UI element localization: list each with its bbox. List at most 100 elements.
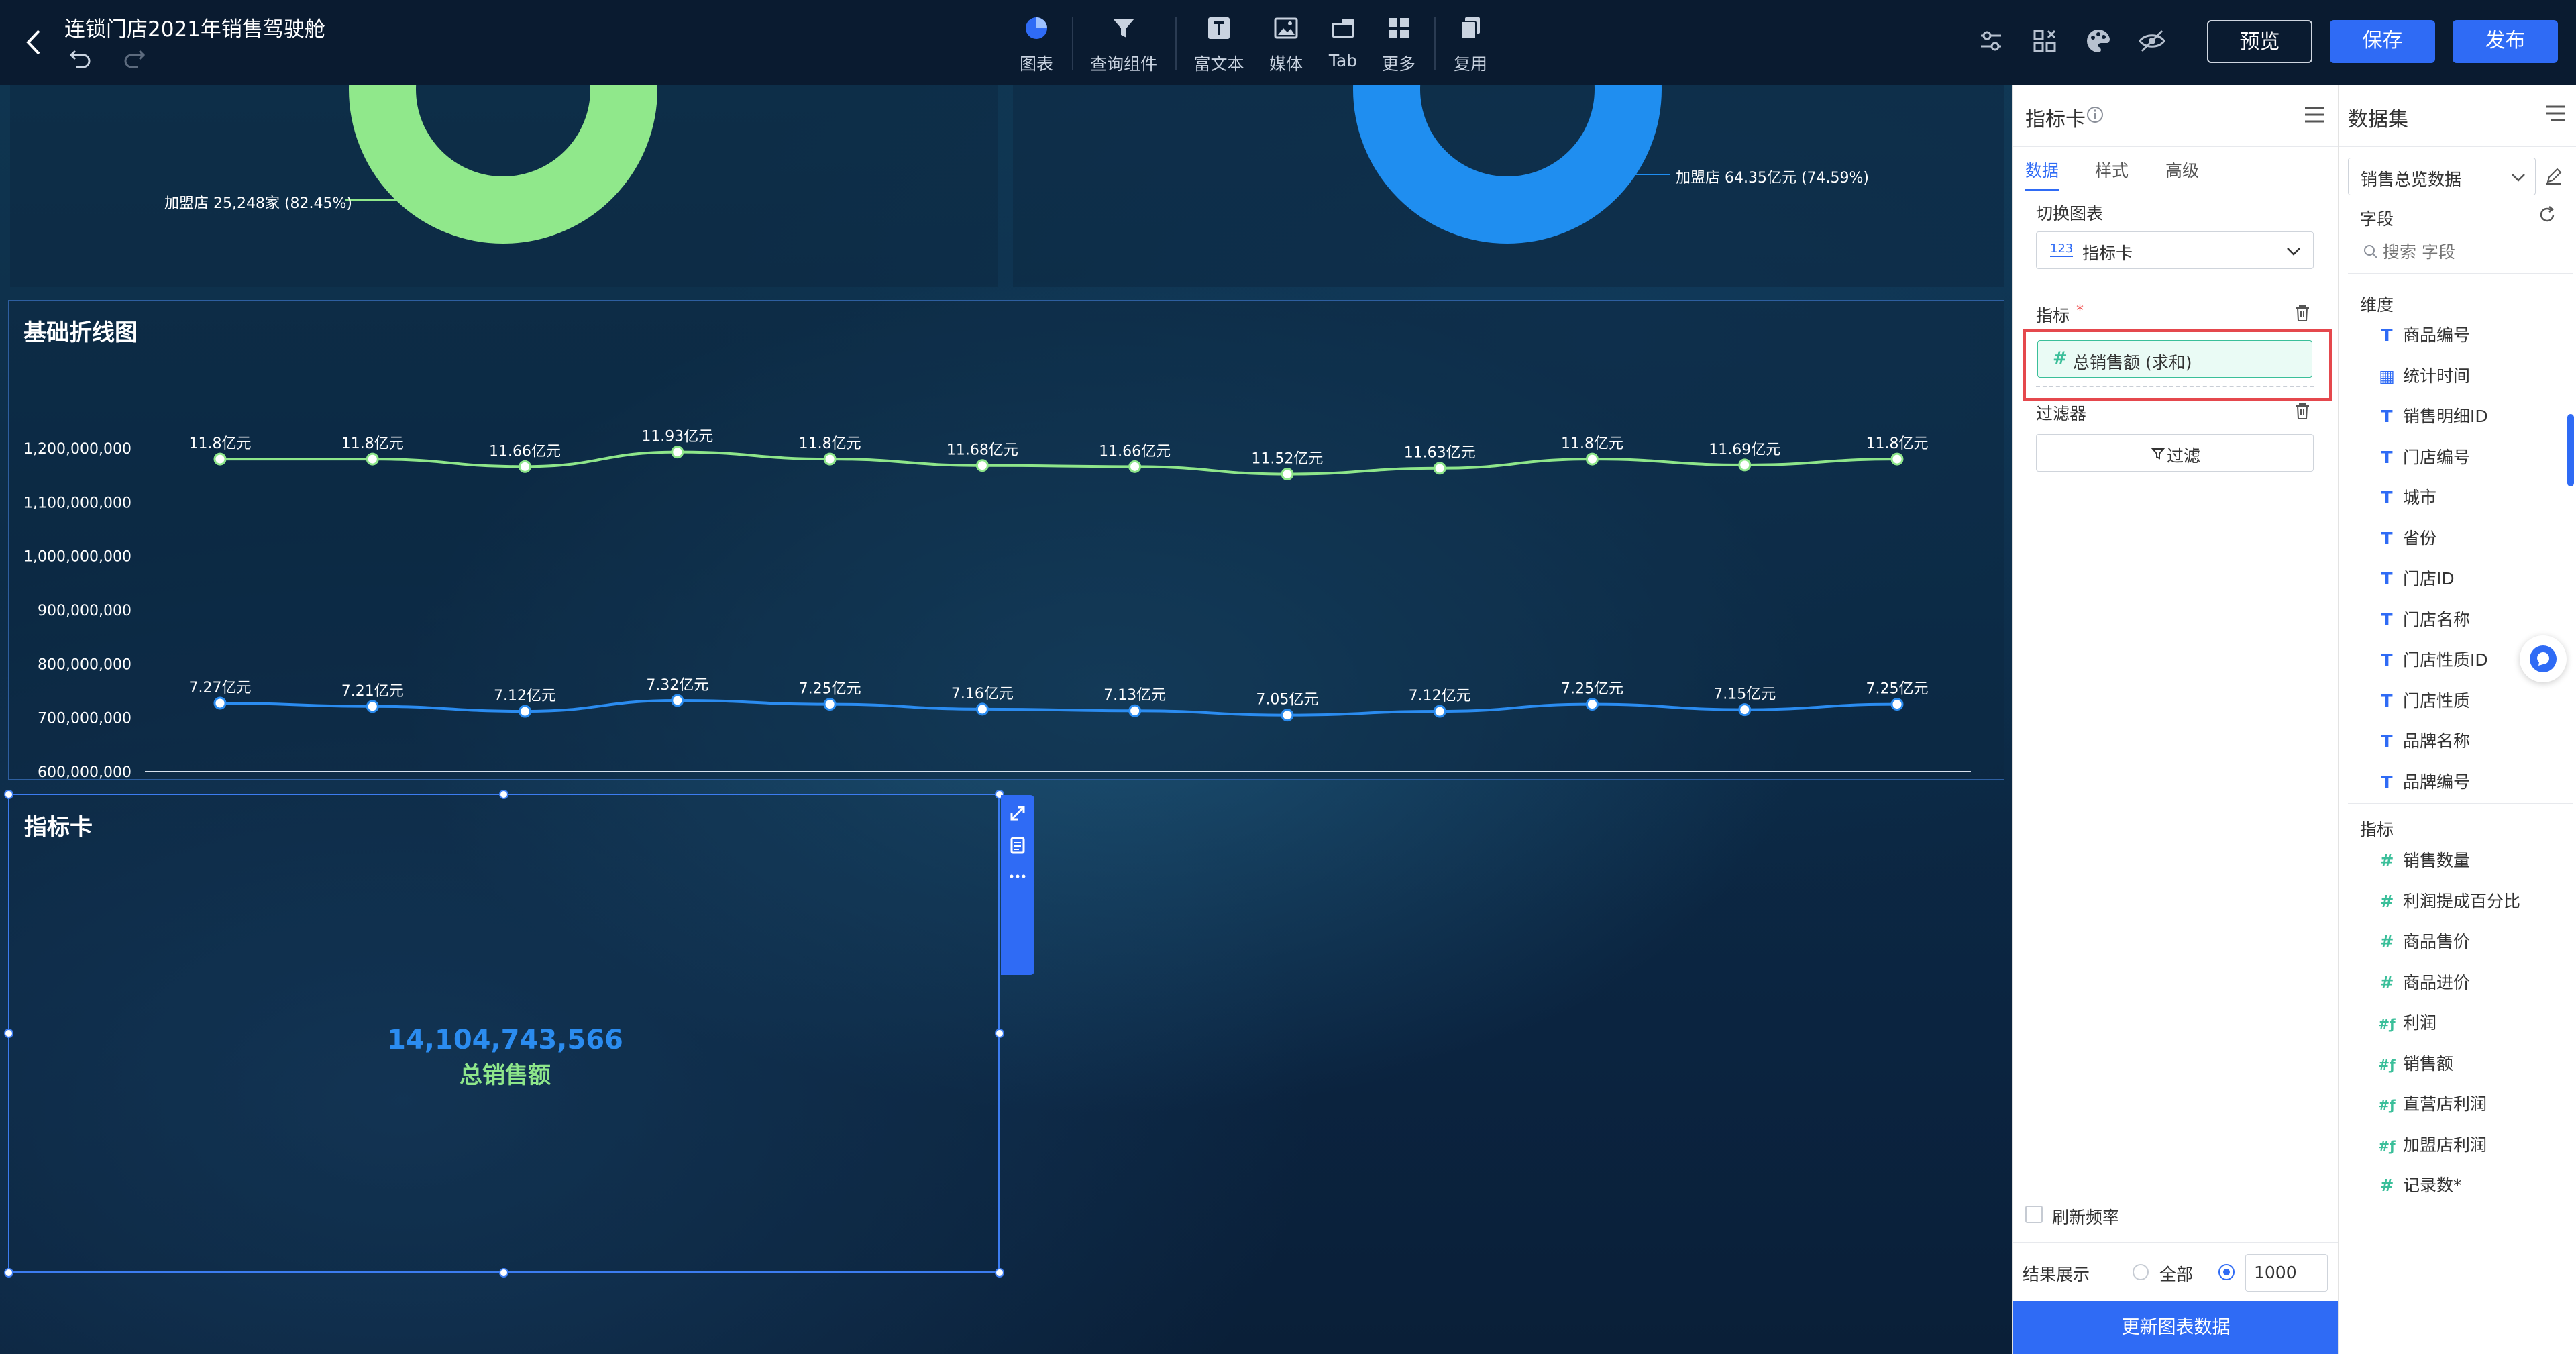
- metric-field-item[interactable]: # 利润提成百分比: [2377, 888, 2521, 913]
- filter-button[interactable]: 过滤: [2036, 434, 2314, 472]
- info-icon[interactable]: [2086, 105, 2104, 124]
- tab-data[interactable]: 数据: [2025, 158, 2059, 182]
- filter-button-label: 过滤: [2167, 446, 2201, 466]
- dimension-field-item[interactable]: T 城市: [2377, 484, 2436, 509]
- data-point: [823, 452, 837, 466]
- undo-icon[interactable]: [67, 44, 94, 71]
- dimension-field-item[interactable]: T 门店性质ID: [2377, 647, 2487, 671]
- data-point: [1433, 705, 1446, 718]
- eye-hidden-icon[interactable]: [2137, 25, 2167, 56]
- line-chart-panel[interactable]: 基础折线图 1,200,000,000 1,100,000,000 1,000,00…: [8, 300, 2004, 780]
- expand-icon[interactable]: [1008, 803, 1028, 823]
- refresh-checkbox[interactable]: [2025, 1206, 2043, 1223]
- resize-handle-bottom[interactable]: [499, 1268, 508, 1278]
- chart-type-select[interactable]: 123 指标卡: [2036, 231, 2314, 269]
- metric-field-item[interactable]: # 商品进价: [2377, 970, 2471, 994]
- number-type-icon: #: [2379, 932, 2394, 951]
- data-label: 7.25亿元: [799, 681, 861, 698]
- panel-menu-icon[interactable]: [2304, 105, 2325, 124]
- tool-chart[interactable]: 图表: [1000, 13, 1073, 75]
- assistant-float-button[interactable]: [2520, 635, 2567, 682]
- document-icon[interactable]: [1008, 835, 1028, 855]
- field-search-input[interactable]: [2383, 238, 2551, 265]
- tool-chart-label: 图表: [1019, 54, 1053, 74]
- dimension-field-label: 门店ID: [2403, 569, 2455, 588]
- dimension-field-label: 品牌编号: [2403, 772, 2471, 792]
- result-label: 结果展示: [2023, 1265, 2090, 1284]
- dashboard-title[interactable]: 连锁门店2021年销售驾驶舱: [64, 12, 325, 42]
- kpi-card-title: 指标卡: [24, 814, 93, 841]
- number-type-icon: #: [2379, 1176, 2394, 1195]
- trash-icon[interactable]: [2294, 304, 2311, 323]
- resize-handle-top[interactable]: [499, 790, 508, 799]
- resize-handle-br[interactable]: [995, 1268, 1004, 1278]
- dashboard-canvas[interactable]: 加盟店 25,248家 (82.45%) 加盟店 64.35亿元 (74.59%…: [0, 85, 2012, 1354]
- refresh-icon[interactable]: [2537, 205, 2557, 225]
- tab-style[interactable]: 样式: [2095, 158, 2129, 182]
- result-all-radio[interactable]: [2133, 1264, 2149, 1280]
- data-label: 7.21亿元: [341, 683, 404, 700]
- tool-more[interactable]: 更多: [1362, 13, 1436, 75]
- data-point: [213, 696, 227, 710]
- text-type-icon: T: [2381, 447, 2393, 467]
- dimension-field-label: 商品编号: [2403, 325, 2471, 345]
- result-limit-input[interactable]: 1000: [2245, 1254, 2328, 1292]
- preview-button[interactable]: 预览: [2207, 20, 2312, 63]
- dimension-field-item[interactable]: T 省份: [2377, 525, 2436, 550]
- more-dots-icon[interactable]: [1008, 866, 1028, 886]
- metric-field-item[interactable]: # 销售数量: [2377, 847, 2471, 872]
- tool-reuse[interactable]: 复用: [1434, 13, 1507, 75]
- data-point: [671, 446, 684, 459]
- metric-field-item[interactable]: # 记录数*: [2377, 1172, 2462, 1196]
- dimension-field-item[interactable]: T 门店名称: [2377, 607, 2470, 631]
- data-label: 11.66亿元: [1099, 443, 1171, 460]
- dimension-field-item[interactable]: ▦ 统计时间: [2377, 363, 2470, 387]
- divider: [2348, 803, 2573, 804]
- update-chart-data-button[interactable]: 更新图表数据: [2013, 1301, 2339, 1354]
- metric-list-label: 指标: [2360, 820, 2394, 839]
- metric-field-item[interactable]: #ƒ 利润: [2377, 1010, 2436, 1034]
- save-button[interactable]: 保存: [2330, 20, 2435, 63]
- data-label: 11.52亿元: [1251, 451, 1323, 468]
- metric-field-item[interactable]: #ƒ 直营店利润: [2377, 1091, 2487, 1115]
- dimension-field-item[interactable]: T 商品编号: [2377, 322, 2470, 346]
- dimension-field-item[interactable]: T 门店性质: [2377, 688, 2470, 712]
- dimension-field-item[interactable]: T 品牌编号: [2377, 769, 2470, 793]
- tab-advanced[interactable]: 高级: [2165, 158, 2199, 182]
- metric-field-pill[interactable]: # 总销售额 (求和): [2037, 340, 2312, 378]
- resize-handle-right[interactable]: [995, 1029, 1004, 1038]
- theme-palette-icon[interactable]: [2083, 25, 2114, 56]
- tool-richtext[interactable]: 富文本: [1182, 13, 1256, 75]
- publish-button[interactable]: 发布: [2453, 20, 2558, 63]
- metric-field-item[interactable]: # 商品售价: [2377, 929, 2471, 953]
- resize-handle-left[interactable]: [4, 1029, 13, 1038]
- metric-field-label: 利润: [2403, 1013, 2437, 1033]
- edit-pencil-icon[interactable]: [2544, 166, 2564, 186]
- calculated-field-icon: #ƒ: [2378, 1137, 2396, 1154]
- metric-field-item[interactable]: #ƒ 加盟店利润: [2377, 1132, 2487, 1156]
- donut-chart-panel-right[interactable]: 加盟店 64.35亿元 (74.59%): [1013, 85, 2004, 287]
- trash-icon[interactable]: [2294, 402, 2311, 421]
- dataset-select[interactable]: 销售总览数据: [2348, 158, 2536, 195]
- image-icon: [1274, 17, 1298, 39]
- tool-query[interactable]: 查询组件: [1087, 13, 1161, 75]
- dimension-field-item[interactable]: T 品牌名称: [2377, 728, 2470, 752]
- kpi-card[interactable]: 指标卡 14,104,743,566 总销售额: [8, 794, 1000, 1273]
- resize-handle-bl[interactable]: [4, 1268, 13, 1278]
- layout-grid-icon[interactable]: [2029, 25, 2060, 56]
- donut-chart-panel-left[interactable]: 加盟店 25,248家 (82.45%): [10, 85, 998, 287]
- result-limit-radio[interactable]: [2218, 1264, 2235, 1280]
- dimension-field-item[interactable]: T 销售明细ID: [2377, 403, 2487, 427]
- redo-icon[interactable]: [121, 44, 148, 71]
- dimension-field-item[interactable]: T 门店编号: [2377, 444, 2470, 468]
- data-label: 7.05亿元: [1256, 692, 1318, 709]
- panel-menu-icon[interactable]: [2545, 104, 2567, 123]
- data-point: [366, 700, 379, 713]
- chart-type-value: 指标卡: [2082, 244, 2133, 263]
- back-arrow-icon[interactable]: [20, 25, 47, 59]
- settings-sliders-icon[interactable]: [1976, 25, 2006, 56]
- dimension-field-item[interactable]: T 门店ID: [2377, 566, 2455, 590]
- metric-field-item[interactable]: #ƒ 销售额: [2377, 1051, 2453, 1075]
- resize-handle-tl[interactable]: [4, 790, 13, 799]
- scrollbar-thumb[interactable]: [2567, 414, 2574, 486]
